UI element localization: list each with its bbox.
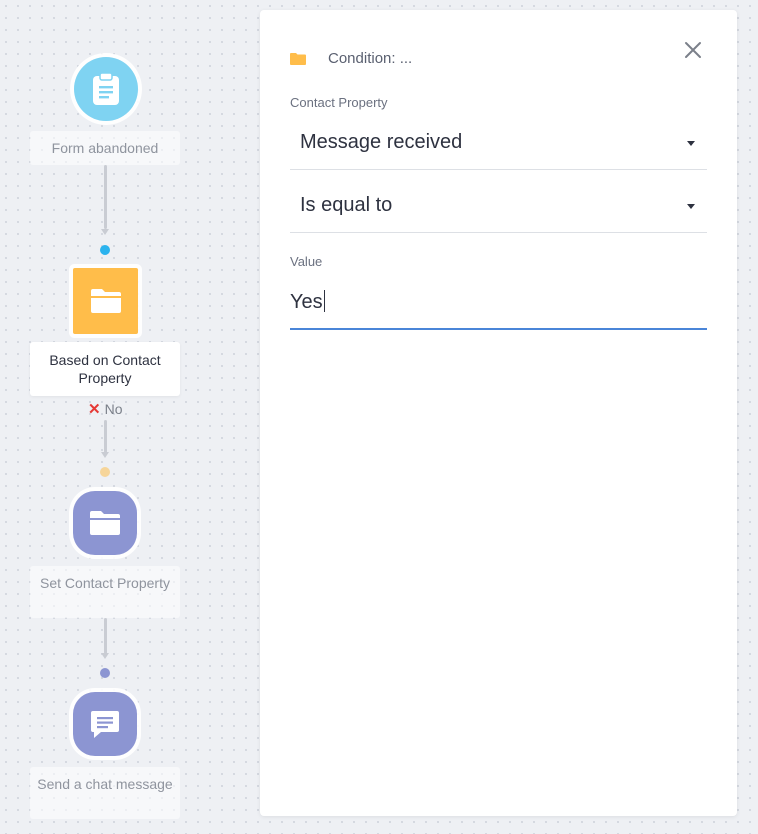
connector-line [104, 618, 107, 654]
send-chat-message-label: Send a chat message [30, 767, 180, 819]
panel-title: Condition: ... [328, 50, 413, 67]
connector-line [104, 420, 107, 453]
contact-property-label: Contact Property [290, 95, 388, 110]
branch-label-text: No [104, 401, 123, 417]
contact-property-value: Message received [300, 131, 463, 153]
value-input-text: Yes [290, 290, 325, 314]
folder-icon [90, 289, 121, 313]
contact-property-select[interactable]: Message received [290, 111, 707, 170]
value-text: Yes [290, 291, 323, 313]
connector-dot[interactable] [100, 245, 110, 255]
set-contact-property-label: Set Contact Property [30, 566, 180, 618]
x-icon: ✕ [88, 401, 101, 418]
flow-canvas: Form abandoned Based on Contact Property… [0, 0, 260, 834]
send-chat-message-node[interactable] [73, 692, 137, 756]
connector-arrow [101, 229, 109, 235]
condition-label: Based on Contact Property [30, 342, 180, 396]
connector-arrow [101, 452, 109, 458]
condition-panel: Condition: ... Contact Property Message … [260, 10, 737, 816]
close-icon [685, 42, 701, 58]
branch-no-label: ✕ No [88, 400, 122, 418]
close-button[interactable] [681, 38, 705, 62]
form-abandoned-node[interactable] [74, 57, 138, 121]
connector-dot[interactable] [100, 467, 110, 477]
folder-icon [90, 511, 120, 535]
connector-arrow [101, 653, 109, 659]
value-label: Value [290, 254, 323, 269]
condition-node[interactable] [73, 268, 138, 334]
form-abandoned-label: Form abandoned [30, 131, 180, 165]
connector-line [104, 165, 107, 229]
set-contact-property-node[interactable] [73, 491, 137, 555]
value-input[interactable]: Yes [290, 282, 707, 330]
connector-dot[interactable] [100, 668, 110, 678]
operator-value: Is equal to [300, 194, 393, 216]
clipboard-icon [93, 72, 119, 105]
text-cursor [323, 290, 325, 312]
caret-down-icon [687, 204, 695, 209]
operator-select[interactable]: Is equal to [290, 174, 707, 233]
panel-header: Condition: ... [290, 50, 412, 67]
chat-icon [91, 711, 119, 738]
folder-icon [290, 53, 306, 65]
caret-down-icon [687, 141, 695, 146]
